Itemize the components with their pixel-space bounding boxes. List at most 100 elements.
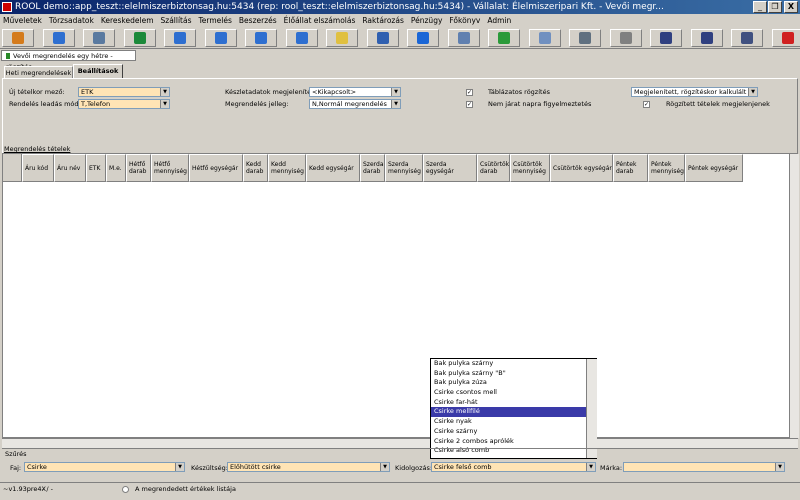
- clipboard-icon: [376, 32, 389, 44]
- column-header[interactable]: Péntek darab: [613, 154, 648, 182]
- menu-fokonyv[interactable]: Főkönyv: [449, 16, 480, 25]
- order-mode-combo[interactable]: T,Telefon ▼: [78, 99, 170, 109]
- column-header[interactable]: Áru kód: [22, 154, 54, 182]
- recycle-button[interactable]: [488, 29, 520, 47]
- status-bar: ~v1.93pre4X - / - A megrendedett értékek…: [0, 482, 800, 497]
- processing-combo[interactable]: Csirke felső comb ▼: [431, 462, 596, 472]
- column-header[interactable]: Péntek mennyiség: [648, 154, 685, 182]
- order-mode-label: Rendelés leadás mód:: [9, 100, 81, 108]
- clipboard-button[interactable]: [366, 29, 399, 47]
- ordered-values-label: A megrendedett értékek listája: [135, 485, 236, 493]
- info-button[interactable]: [407, 29, 439, 47]
- menu-bar: Műveletek Törzsadatok Kereskedelem Szállítá…: [0, 14, 800, 28]
- column-header[interactable]: Kedd egységár: [306, 154, 360, 182]
- grid-button[interactable]: [650, 29, 682, 47]
- dropdown-option[interactable]: Bak pulyka szárny: [431, 359, 596, 369]
- last-icon: [295, 32, 308, 44]
- minimize-button[interactable]: _: [753, 1, 767, 13]
- close-button[interactable]: [771, 29, 800, 47]
- menu-kereskedelem[interactable]: Kereskedelem: [101, 16, 154, 25]
- new-item-field-combo[interactable]: ETK ▼: [78, 87, 170, 97]
- column-header[interactable]: Áru név: [54, 154, 86, 182]
- open-button[interactable]: [2, 29, 34, 47]
- form-button[interactable]: [447, 29, 480, 47]
- horizontal-scrollbar[interactable]: [2, 438, 798, 448]
- prev-icon: [214, 32, 227, 44]
- brand-combo[interactable]: ▼: [623, 462, 785, 472]
- items-grid[interactable]: [2, 153, 798, 438]
- ordered-values-radio[interactable]: [122, 486, 129, 493]
- column-header[interactable]: Csütörtök darab: [477, 154, 510, 182]
- window-button[interactable]: [731, 29, 763, 47]
- dropdown-option[interactable]: Bak pulyka szárny "B": [431, 369, 596, 379]
- restore-button[interactable]: ❐: [768, 1, 782, 13]
- column-header[interactable]: Péntek egységár: [685, 154, 743, 182]
- dropdown-option[interactable]: Bak pulyka zúza: [431, 378, 596, 388]
- column-header[interactable]: Hétfő egységár: [189, 154, 243, 182]
- chevron-down-icon: ▼: [391, 88, 400, 96]
- no-route-checkbox[interactable]: ✓: [466, 101, 473, 108]
- tab-beallitasok[interactable]: Beállítások: [73, 64, 123, 79]
- menu-torzsadatok[interactable]: Törzsadatok: [49, 16, 94, 25]
- columns-button[interactable]: [690, 29, 723, 47]
- dropdown-option[interactable]: Csirke nyak: [431, 417, 596, 427]
- column-header[interactable]: Szerda egységár: [423, 154, 477, 182]
- menu-eloallat[interactable]: Élőállat elszámolás: [284, 16, 356, 25]
- prev-button[interactable]: [204, 29, 237, 47]
- menu-muveletek[interactable]: Műveletek: [3, 16, 42, 25]
- next-button[interactable]: [245, 29, 277, 47]
- dropdown-option[interactable]: Csirke 2 combos aprólék: [431, 437, 596, 447]
- processing-label: Kidolgozás:: [395, 464, 433, 472]
- first-button[interactable]: [164, 29, 196, 47]
- column-header[interactable]: Kedd mennyiség: [268, 154, 306, 182]
- menu-beszerzes[interactable]: Beszerzés: [239, 16, 277, 25]
- status-separator: - / -: [42, 485, 54, 493]
- document-tab[interactable]: Vevői megrendelés egy hétre - rögzítés: [1, 50, 136, 71]
- print-button[interactable]: [609, 29, 642, 47]
- column-header[interactable]: Kedd darab: [243, 154, 268, 182]
- export-button[interactable]: [42, 29, 75, 47]
- stock-display-combo[interactable]: <Kikapcsolt> ▼: [309, 87, 401, 97]
- next-icon: [255, 32, 267, 44]
- calc-mode-value: Megjelenített, rögzítéskor kalkulált: [634, 88, 747, 96]
- vertical-scrollbar[interactable]: [789, 154, 799, 438]
- save-button[interactable]: [83, 29, 115, 47]
- table-entry-checkbox[interactable]: ✓: [466, 89, 473, 96]
- column-header[interactable]: Hétfő darab: [126, 154, 151, 182]
- dropdown-option[interactable]: Csirke far-hát: [431, 398, 596, 408]
- column-header[interactable]: Szerda darab: [360, 154, 385, 182]
- menu-termeles[interactable]: Termelés: [199, 16, 232, 25]
- close-window-button[interactable]: X: [784, 1, 798, 13]
- column-header[interactable]: ETK: [86, 154, 106, 182]
- column-header[interactable]: Szerda mennyiség: [385, 154, 423, 182]
- menu-admin[interactable]: Admin: [487, 16, 511, 25]
- column-header[interactable]: M.e.: [106, 154, 126, 182]
- chevron-down-icon: ▼: [586, 463, 595, 471]
- show-saved-checkbox[interactable]: ✓: [643, 101, 650, 108]
- edit-button[interactable]: [326, 29, 358, 47]
- form-icon: [457, 32, 470, 44]
- refresh-button[interactable]: [123, 29, 156, 47]
- dropdown-option[interactable]: Csirke mellfilé: [431, 407, 596, 418]
- column-header[interactable]: Csütörtök egységár: [550, 154, 613, 182]
- dropdown-option[interactable]: Csirke szárny: [431, 427, 596, 437]
- menu-raktarozas[interactable]: Raktározás: [362, 16, 403, 25]
- calc-mode-combo[interactable]: Megjelenített, rögzítéskor kalkulált ▼: [631, 87, 758, 97]
- column-header[interactable]: Hétfő mennyiség: [151, 154, 189, 182]
- find-button[interactable]: [528, 29, 561, 47]
- menu-penzugy[interactable]: Pénzügy: [411, 16, 443, 25]
- dropdown-scrollbar[interactable]: [586, 359, 597, 458]
- column-header[interactable]: Csütörtök mennyiség: [510, 154, 550, 182]
- readiness-value: Előhűtött csirke: [230, 463, 281, 471]
- readiness-combo[interactable]: Előhűtött csirke ▼: [227, 462, 390, 472]
- processing-dropdown-list[interactable]: Bak pulyka szárny Bak pulyka szárny "B" Ba…: [430, 358, 597, 459]
- order-mode-value: T,Telefon: [81, 100, 111, 108]
- menu-szallitas[interactable]: Szállítás: [161, 16, 192, 25]
- dropdown-option[interactable]: Csirke csontos mell: [431, 388, 596, 398]
- species-combo[interactable]: Csirke ▼: [24, 462, 185, 472]
- stock-display-label: Készletadatok megjelenítés:: [225, 88, 317, 96]
- table-entry-label: Táblázatos rögzítés: [488, 88, 550, 96]
- order-type-combo[interactable]: N,Normál megrendelés ▼: [309, 99, 401, 109]
- last-button[interactable]: [285, 29, 318, 47]
- list-button[interactable]: [569, 29, 601, 47]
